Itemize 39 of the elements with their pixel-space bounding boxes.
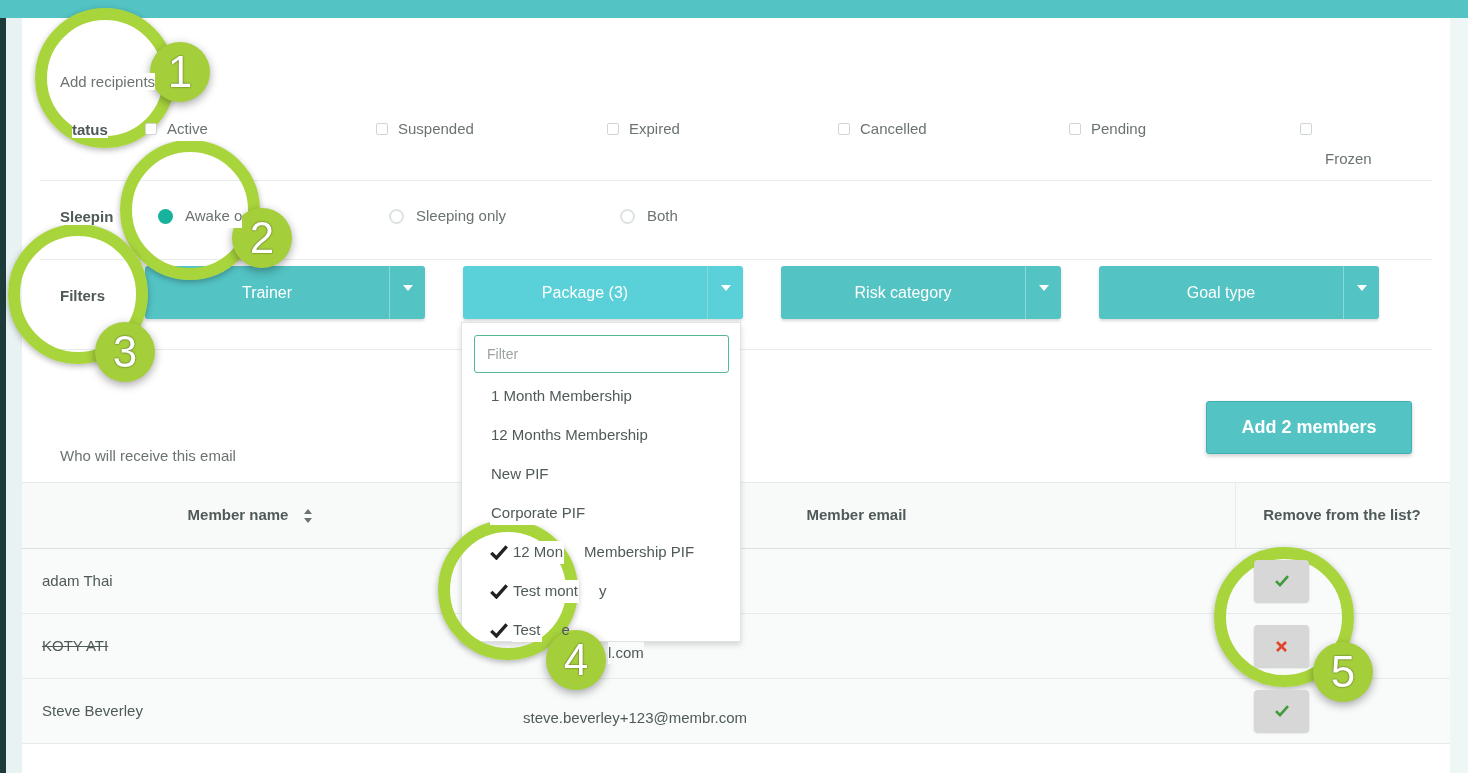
keep-button[interactable] <box>1254 690 1309 732</box>
caret-icon <box>1038 285 1049 291</box>
status-checkbox[interactable] <box>1069 123 1081 135</box>
member-name: adam Thai <box>42 570 113 591</box>
caret-icon <box>1356 285 1367 291</box>
menu-item[interactable]: Test mont <box>512 580 580 603</box>
radio-button[interactable] <box>620 208 635 224</box>
sort-icon[interactable] <box>304 508 313 523</box>
check-icon <box>1274 575 1289 587</box>
status-label: tatus <box>72 121 108 138</box>
remove-button[interactable] <box>1254 625 1309 667</box>
status-checkbox[interactable] <box>838 123 850 135</box>
caret-icon <box>402 285 413 291</box>
member-name: Steve Beverley <box>42 700 143 721</box>
member-name: KOTY ATI <box>42 635 109 656</box>
check-icon <box>490 623 508 638</box>
column-header: Member email <box>806 505 907 526</box>
radio-button[interactable] <box>389 208 404 224</box>
recipients-caption: Who will receive this email <box>60 447 236 464</box>
menu-item[interactable]: 12 Mon <box>512 541 565 564</box>
sleeping-label: Sleepin <box>60 208 114 225</box>
menu-item[interactable]: y <box>599 580 607 603</box>
section-title: Add recipients <box>60 73 156 90</box>
check-icon <box>490 545 508 560</box>
status-checkbox[interactable] <box>1300 123 1312 135</box>
radio-button[interactable] <box>158 208 173 224</box>
status-checkbox[interactable] <box>607 123 619 135</box>
column-header: Remove from the list? <box>1263 505 1421 526</box>
close-icon <box>1276 640 1287 652</box>
check-icon <box>1274 705 1289 717</box>
keep-button[interactable] <box>1254 560 1309 602</box>
status-checkbox[interactable] <box>145 123 157 135</box>
status-checkbox[interactable] <box>376 123 388 135</box>
filters-label: Filters <box>60 287 105 304</box>
caret-icon <box>720 285 731 291</box>
filter-input[interactable]: Filter <box>474 335 729 373</box>
menu-item[interactable]: Membership PIF <box>584 541 695 564</box>
check-icon <box>490 584 508 599</box>
column-header[interactable]: Member name <box>187 504 289 527</box>
